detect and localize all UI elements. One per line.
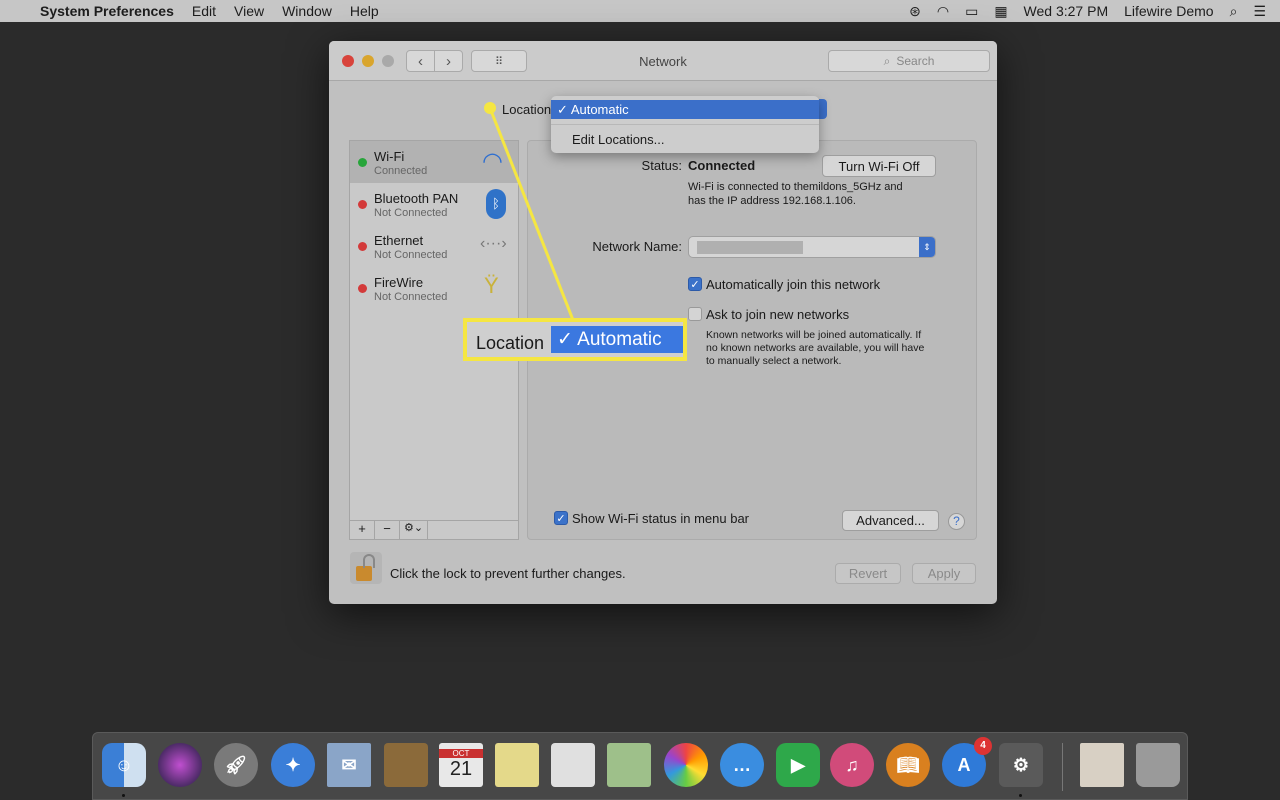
dock: ☺ 🚀︎ ✦ ✉ OCT 21 … ▶ ♫ 📖︎ A 4 ⚙ xyxy=(92,732,1188,800)
callout-line xyxy=(488,107,575,321)
callout-zoom-box: Location ✓ Automatic xyxy=(463,318,687,361)
itunes-icon[interactable]: ♫ xyxy=(830,743,874,787)
launchpad-icon[interactable]: 🚀︎ xyxy=(214,743,258,787)
messages-icon[interactable]: … xyxy=(720,743,764,787)
calendar-icon[interactable]: OCT 21 xyxy=(439,743,483,787)
system-preferences-icon[interactable]: ⚙ xyxy=(999,743,1043,787)
app-store-icon[interactable]: A 4 xyxy=(942,737,992,787)
callout-connector xyxy=(484,102,575,321)
running-indicator xyxy=(1019,794,1022,797)
maps-icon[interactable] xyxy=(607,743,651,787)
facetime-icon[interactable]: ▶ xyxy=(776,743,820,787)
running-indicator xyxy=(122,794,125,797)
callout-dot xyxy=(484,102,496,114)
notes-icon[interactable] xyxy=(495,743,539,787)
finder-icon[interactable]: ☺ xyxy=(102,743,146,787)
reminders-icon[interactable] xyxy=(551,743,595,787)
dock-separator xyxy=(1062,743,1063,791)
contacts-icon[interactable] xyxy=(384,743,428,787)
callout-location-label: Location xyxy=(476,333,545,353)
safari-icon[interactable]: ✦ xyxy=(271,743,315,787)
downloads-stack-icon[interactable] xyxy=(1080,743,1124,787)
trash-icon[interactable] xyxy=(1136,743,1180,787)
ibooks-icon[interactable]: 📖︎ xyxy=(886,743,930,787)
siri-icon[interactable] xyxy=(158,743,202,787)
photos-icon[interactable] xyxy=(664,743,708,787)
mail-icon[interactable]: ✉ xyxy=(327,743,371,787)
app-store-badge: 4 xyxy=(974,737,992,755)
callout-automatic: ✓ Automatic xyxy=(551,326,683,353)
